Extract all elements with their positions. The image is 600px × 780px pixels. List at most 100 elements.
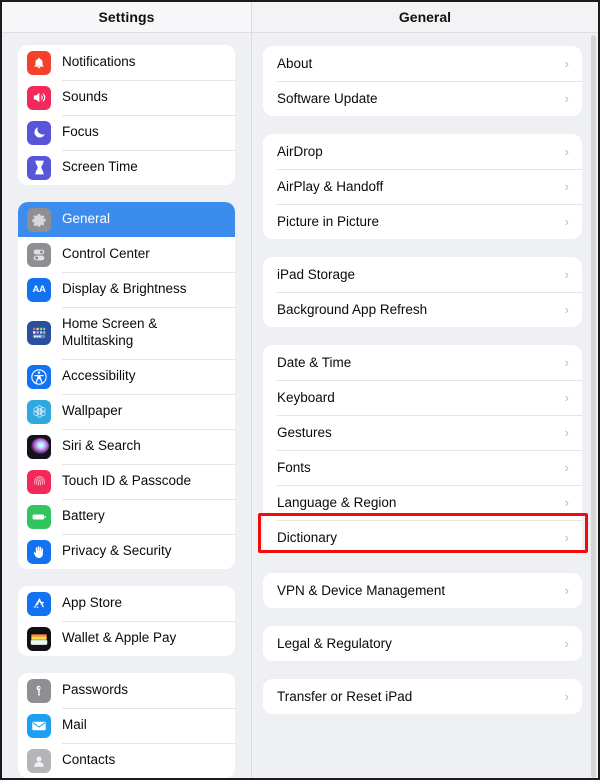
sidebar-item-label: Home Screen & Multitasking (62, 316, 158, 348)
detail-item-label: Transfer or Reset iPad (277, 689, 413, 704)
sidebar-item-label: Sounds (62, 89, 108, 105)
sidebar-item-label: Focus (62, 124, 99, 140)
sidebar-item-focus[interactable]: Focus (18, 115, 235, 150)
detail-group: VPN & Device Management › (263, 573, 582, 608)
sidebar-item-wallet-apple-pay[interactable]: Wallet & Apple Pay (18, 621, 235, 656)
detail-item-ipad-storage[interactable]: iPad Storage › (263, 257, 582, 292)
detail-item-legal-regulatory[interactable]: Legal & Regulatory › (263, 626, 582, 661)
chevron-right-icon: › (564, 214, 569, 229)
sidebar-item-screen-time[interactable]: Screen Time (18, 150, 235, 185)
sidebar-item-home-screen[interactable]: Home Screen & Multitasking (18, 307, 235, 359)
detail-item-fonts[interactable]: Fonts › (263, 450, 582, 485)
sidebar-item-label: Touch ID & Passcode (62, 473, 192, 489)
detail-group: AirDrop › AirPlay & Handoff › Picture in… (263, 134, 582, 239)
sidebar-item-label: Display & Brightness (62, 281, 187, 297)
detail-item-label: iPad Storage (277, 267, 356, 282)
detail-item-label: AirPlay & Handoff (277, 179, 384, 194)
mail-icon (27, 713, 51, 738)
detail-item-label: Gestures (277, 425, 332, 440)
detail-item-label: Software Update (277, 91, 378, 106)
sidebar-item-label: Battery (62, 508, 105, 524)
notifications-icon (27, 50, 51, 75)
general-gear-icon (27, 207, 51, 232)
chevron-right-icon: › (564, 583, 569, 598)
screen-time-icon (27, 155, 51, 180)
chevron-right-icon: › (564, 530, 569, 545)
detail-group: Date & Time › Keyboard › Gestures › Font… (263, 345, 582, 555)
wallpaper-icon (27, 399, 51, 424)
chevron-right-icon: › (564, 144, 569, 159)
sidebar-item-siri-search[interactable]: Siri & Search (18, 429, 235, 464)
sidebar-item-label: Screen Time (62, 159, 138, 175)
settings-app-window: Settings Notifications Sounds Focus Scre… (2, 2, 598, 778)
sidebar-group: Passwords Mail Contacts (18, 673, 235, 778)
chevron-right-icon: › (564, 495, 569, 510)
detail-item-label: Keyboard (277, 390, 335, 405)
sidebar-item-label: Siri & Search (62, 438, 141, 454)
detail-item-label: AirDrop (277, 144, 323, 159)
general-detail-pane: General About › Software Update › AirDro… (252, 2, 598, 778)
detail-item-background-app-refresh[interactable]: Background App Refresh › (263, 292, 582, 327)
detail-item-dictionary[interactable]: Dictionary › (263, 520, 582, 555)
sidebar-scroll-area[interactable]: Notifications Sounds Focus Screen Time G… (2, 33, 251, 778)
chevron-right-icon: › (564, 689, 569, 704)
sidebar-group: App Store Wallet & Apple Pay (18, 586, 235, 656)
detail-item-label: About (277, 56, 313, 71)
detail-header: General (252, 2, 598, 33)
touch-id-icon (27, 469, 51, 494)
passwords-icon (27, 678, 51, 703)
detail-item-transfer-or-reset-ipad[interactable]: Transfer or Reset iPad › (263, 679, 582, 714)
detail-item-picture-in-picture[interactable]: Picture in Picture › (263, 204, 582, 239)
sidebar-item-mail[interactable]: Mail (18, 708, 235, 743)
chevron-right-icon: › (564, 425, 569, 440)
detail-item-label: Dictionary (277, 530, 338, 545)
home-screen-icon (27, 321, 51, 345)
sidebar-item-general[interactable]: General (18, 202, 235, 237)
detail-item-gestures[interactable]: Gestures › (263, 415, 582, 450)
display-brightness-icon: AA (27, 277, 51, 302)
sidebar-item-passwords[interactable]: Passwords (18, 673, 235, 708)
sidebar-item-wallpaper[interactable]: Wallpaper (18, 394, 235, 429)
sidebar-item-battery[interactable]: Battery (18, 499, 235, 534)
sidebar-header: Settings (2, 2, 251, 33)
siri-icon (27, 434, 51, 459)
detail-scrollbar[interactable] (591, 35, 596, 778)
sidebar-item-touch-id-passcode[interactable]: Touch ID & Passcode (18, 464, 235, 499)
sidebar-title: Settings (98, 9, 155, 25)
wallet-icon (27, 626, 51, 651)
battery-icon (27, 504, 51, 529)
sidebar-item-label: Passwords (62, 682, 129, 698)
detail-item-date-time[interactable]: Date & Time › (263, 345, 582, 380)
sidebar-item-label: Accessibility (62, 368, 136, 384)
sidebar-item-app-store[interactable]: App Store (18, 586, 235, 621)
detail-item-keyboard[interactable]: Keyboard › (263, 380, 582, 415)
chevron-right-icon: › (564, 179, 569, 194)
sidebar-item-label: Wallet & Apple Pay (62, 630, 177, 646)
detail-item-label: Background App Refresh (277, 302, 428, 317)
detail-item-about[interactable]: About › (263, 46, 582, 81)
detail-item-airdrop[interactable]: AirDrop › (263, 134, 582, 169)
sidebar-item-notifications[interactable]: Notifications (18, 45, 235, 80)
focus-icon (27, 120, 51, 145)
detail-scroll-area[interactable]: About › Software Update › AirDrop › AirP… (252, 33, 598, 778)
sidebar-item-label: Control Center (62, 246, 150, 262)
detail-item-language-region[interactable]: Language & Region › (263, 485, 582, 520)
sidebar-item-contacts[interactable]: Contacts (18, 743, 235, 778)
chevron-right-icon: › (564, 302, 569, 317)
detail-item-airplay-handoff[interactable]: AirPlay & Handoff › (263, 169, 582, 204)
sidebar-item-sounds[interactable]: Sounds (18, 80, 235, 115)
detail-item-vpn-device-management[interactable]: VPN & Device Management › (263, 573, 582, 608)
chevron-right-icon: › (564, 460, 569, 475)
sidebar-item-label: Wallpaper (62, 403, 123, 419)
sidebar-item-display-brightness[interactable]: AA Display & Brightness (18, 272, 235, 307)
chevron-right-icon: › (564, 91, 569, 106)
detail-group: Legal & Regulatory › (263, 626, 582, 661)
sidebar-item-accessibility[interactable]: Accessibility (18, 359, 235, 394)
detail-group: iPad Storage › Background App Refresh › (263, 257, 582, 327)
detail-item-software-update[interactable]: Software Update › (263, 81, 582, 116)
sidebar-item-control-center[interactable]: Control Center (18, 237, 235, 272)
chevron-right-icon: › (564, 636, 569, 651)
settings-sidebar: Settings Notifications Sounds Focus Scre… (2, 2, 251, 778)
sidebar-item-label: Privacy & Security (62, 543, 172, 559)
sidebar-item-privacy-security[interactable]: Privacy & Security (18, 534, 235, 569)
